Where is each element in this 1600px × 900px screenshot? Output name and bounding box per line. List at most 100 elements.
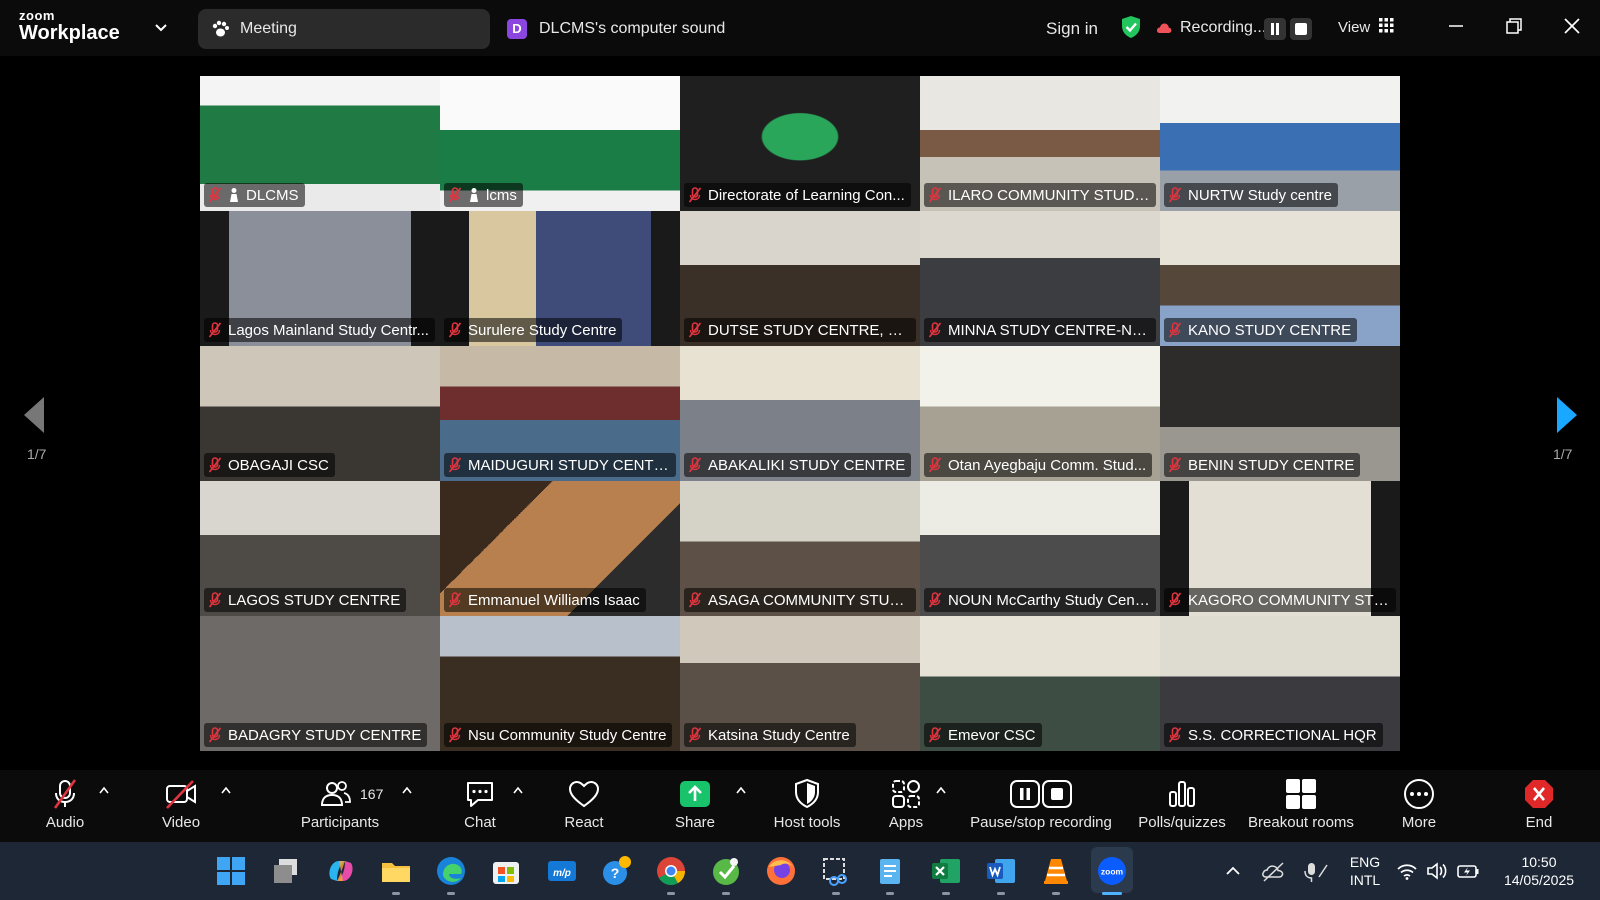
- participant-name-label: NURTW Study centre: [1164, 183, 1338, 207]
- help-support-icon[interactable]: ?: [600, 855, 632, 887]
- vlc-icon[interactable]: [1040, 855, 1072, 887]
- file-explorer-running-indicator: [392, 892, 400, 895]
- participant-video-tile[interactable]: BADAGRY STUDY CENTRE: [200, 616, 440, 751]
- share-button[interactable]: Share: [672, 778, 718, 831]
- participant-video-tile[interactable]: MINNA STUDY CENTRE-NO...: [920, 211, 1160, 346]
- participant-video-tile[interactable]: NURTW Study centre: [1160, 76, 1400, 211]
- grid-view-icon[interactable]: [1379, 18, 1394, 33]
- react-button[interactable]: React: [561, 778, 607, 831]
- windows-taskbar: m/p ? zoom ENG INTL 10:50 14/05/2025: [0, 842, 1600, 900]
- whatsapp-business-icon[interactable]: m/p: [546, 855, 578, 887]
- participant-video-tile[interactable]: S.S. CORRECTIONAL HQR: [1160, 616, 1400, 751]
- participant-video-tile[interactable]: Otan Ayegbaju Comm. Stud...: [920, 346, 1160, 481]
- computer-sound-badge: D: [507, 19, 527, 39]
- greenshot-icon[interactable]: [710, 855, 742, 887]
- show-hidden-icons-chevron[interactable]: [1224, 855, 1242, 887]
- copilot-icon[interactable]: [325, 855, 357, 887]
- chat-options-caret-icon[interactable]: [513, 786, 523, 794]
- chrome-browser-icon[interactable]: [655, 855, 687, 887]
- video-button[interactable]: Video: [158, 778, 204, 831]
- stop-recording-button[interactable]: [1290, 18, 1312, 40]
- volume-icon[interactable]: [1426, 855, 1448, 887]
- participant-video-tile[interactable]: ILARO COMMUNITY STUDY ...: [920, 76, 1160, 211]
- word-icon[interactable]: [985, 855, 1017, 887]
- participant-video-tile[interactable]: Emevor CSC: [920, 616, 1160, 751]
- participant-video-tile[interactable]: OBAGAJI CSC: [200, 346, 440, 481]
- apps-button[interactable]: Apps: [883, 778, 929, 831]
- participant-video-tile[interactable]: NOUN McCarthy Study Cent...: [920, 481, 1160, 616]
- person-spotlight-icon: [470, 188, 478, 202]
- audio-button[interactable]: Audio: [42, 778, 88, 831]
- onedrive-offline-icon[interactable]: [1261, 855, 1287, 887]
- audio-options-caret-icon[interactable]: [99, 786, 109, 794]
- close-icon[interactable]: [1560, 14, 1584, 38]
- edge-browser-icon[interactable]: [435, 855, 467, 887]
- heart-icon: [568, 780, 600, 808]
- meeting-tab[interactable]: Meeting: [198, 9, 490, 49]
- microphone-muted-icon: [688, 727, 702, 743]
- task-view-icon[interactable]: [270, 855, 302, 887]
- breakout-rooms-button[interactable]: Breakout rooms: [1245, 778, 1357, 831]
- participant-video-tile[interactable]: ABAKALIKI STUDY CENTRE: [680, 346, 920, 481]
- share-options-caret-icon[interactable]: [736, 786, 746, 794]
- minimize-icon[interactable]: [1444, 14, 1468, 38]
- participant-name-label: BENIN STUDY CENTRE: [1164, 453, 1361, 477]
- next-page-icon[interactable]: [1551, 395, 1581, 435]
- microphone-muted-icon: [1168, 322, 1182, 338]
- microphone-in-use-icon[interactable]: [1302, 855, 1330, 887]
- participant-video-tile[interactable]: ASAGA COMMUNITY STUDY...: [680, 481, 920, 616]
- participant-video-tile[interactable]: LAGOS STUDY CENTRE: [200, 481, 440, 616]
- firefox-icon[interactable]: [765, 855, 797, 887]
- windows-start-icon[interactable]: [215, 855, 247, 887]
- participant-video-tile[interactable]: KANO STUDY CENTRE: [1160, 211, 1400, 346]
- more-button[interactable]: More: [1396, 778, 1442, 831]
- chevron-down-icon[interactable]: [153, 19, 169, 35]
- participants-options-caret-icon[interactable]: [402, 786, 412, 794]
- computer-sound-label[interactable]: DLCMS's computer sound: [539, 20, 725, 38]
- chat-icon: [467, 782, 493, 807]
- apps-options-caret-icon[interactable]: [936, 786, 946, 794]
- participant-name: Directorate of Learning Con...: [708, 186, 905, 204]
- view-label[interactable]: View: [1338, 19, 1370, 36]
- participant-video-tile[interactable]: DUTSE STUDY CENTRE, JG01: [680, 211, 920, 346]
- participant-video-tile[interactable]: Emmanuel Williams Isaac: [440, 481, 680, 616]
- participant-video-tile[interactable]: lcms: [440, 76, 680, 211]
- polls-quizzes-button[interactable]: Polls/quizzes: [1134, 778, 1230, 831]
- participant-video-tile[interactable]: KAGORO COMMUNITY STU...: [1160, 481, 1400, 616]
- excel-icon[interactable]: [930, 855, 962, 887]
- pause-stop-recording-button[interactable]: Pause/stop recording: [966, 778, 1116, 831]
- video-options-caret-icon[interactable]: [221, 786, 231, 794]
- apps-icon: [892, 780, 920, 808]
- snipping-tool-icon[interactable]: [820, 855, 852, 887]
- system-clock[interactable]: 10:50 14/05/2025: [1494, 853, 1584, 889]
- wifi-icon[interactable]: [1396, 855, 1418, 887]
- participant-name: MINNA STUDY CENTRE-NO...: [948, 321, 1150, 339]
- end-meeting-button[interactable]: End: [1516, 778, 1562, 831]
- participant-name-label: KANO STUDY CENTRE: [1164, 318, 1358, 342]
- zoom-app-icon[interactable]: zoom: [1096, 855, 1128, 887]
- notepad-icon[interactable]: [874, 855, 906, 887]
- participant-video-tile[interactable]: Lagos Mainland Study Centr...: [200, 211, 440, 346]
- restore-icon[interactable]: [1502, 14, 1526, 38]
- security-shield-icon[interactable]: [1120, 15, 1142, 39]
- participant-video-tile[interactable]: BENIN STUDY CENTRE: [1160, 346, 1400, 481]
- participant-video-tile[interactable]: Katsina Study Centre: [680, 616, 920, 751]
- participant-video-tile[interactable]: MAIDUGURI STUDY CENTRE: [440, 346, 680, 481]
- participant-video-tile[interactable]: Directorate of Learning Con...: [680, 76, 920, 211]
- previous-page-icon[interactable]: [20, 395, 50, 435]
- battery-charging-icon[interactable]: [1456, 855, 1480, 887]
- participant-video-tile[interactable]: Nsu Community Study Centre: [440, 616, 680, 751]
- input-language-indicator[interactable]: ENG INTL: [1345, 853, 1385, 889]
- participant-video-tile[interactable]: DLCMS: [200, 76, 440, 211]
- sign-in-link[interactable]: Sign in: [1046, 19, 1098, 39]
- more-icon: [1404, 779, 1434, 809]
- participant-name: MAIDUGURI STUDY CENTRE: [468, 456, 670, 474]
- pause-recording-button[interactable]: [1264, 18, 1286, 40]
- file-explorer-icon[interactable]: [380, 855, 412, 887]
- microsoft-store-icon[interactable]: [490, 855, 522, 887]
- svg-text:zoom: zoom: [1101, 867, 1124, 877]
- host-tools-button[interactable]: Host tools: [768, 778, 846, 831]
- participant-video-tile[interactable]: Surulere Study Centre: [440, 211, 680, 346]
- host-shield-icon: [795, 778, 819, 809]
- chat-button[interactable]: Chat: [457, 778, 503, 831]
